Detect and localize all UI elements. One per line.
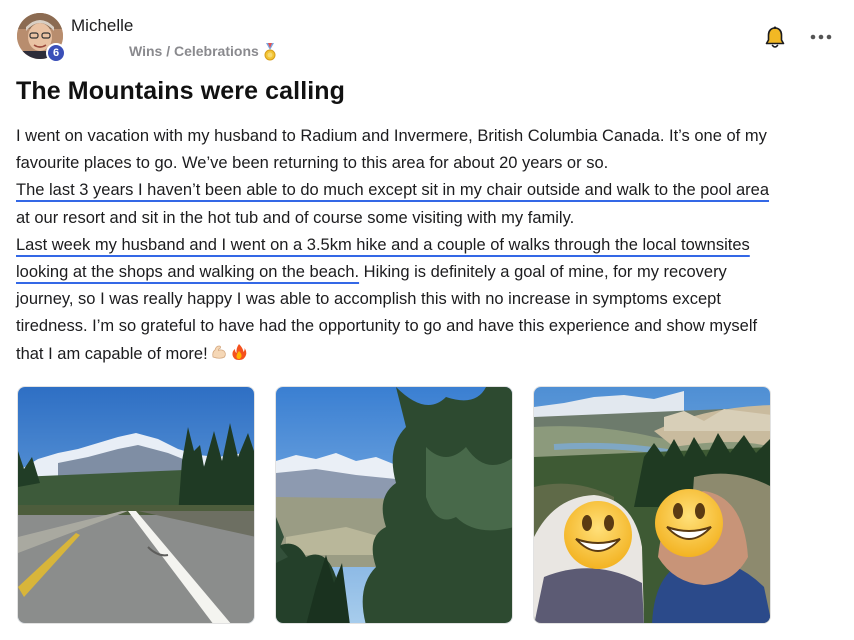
body-line: tiredness. I’m so grateful to have had t…	[16, 317, 758, 336]
level-badge: 6	[46, 43, 66, 63]
post-category[interactable]: Wins / Celebrations	[129, 43, 277, 61]
bell-icon[interactable]	[764, 26, 786, 50]
body-line-highlighted: Last week my husband and I went on a 3.5…	[16, 235, 750, 254]
author-avatar-wrap[interactable]: 6	[17, 13, 66, 63]
flexed-biceps-emoji	[210, 343, 228, 361]
fire-emoji	[230, 343, 248, 361]
body-line-mixed: looking at the shops and walking on the …	[16, 259, 846, 286]
body-text-continued: Hiking is definitely a goal of mine, for…	[359, 263, 727, 282]
category-label: Wins / Celebrations	[129, 43, 259, 59]
post-body: I went on vacation with my husband to Ra…	[16, 123, 846, 368]
body-line: I went on vacation with my husband to Ra…	[16, 127, 767, 145]
body-line: favourite places to go. We’ve been retur…	[16, 154, 609, 173]
highlighted-text: looking at the shops and walking on the …	[16, 263, 360, 282]
photo-mountain-road[interactable]	[17, 386, 255, 624]
post-header: 6 Michelle Wins / Celebrations	[0, 0, 854, 70]
body-line-highlighted: The last 3 years I haven’t been able to …	[16, 181, 770, 200]
post-title: The Mountains were calling	[16, 77, 346, 105]
author-name[interactable]: Michelle	[71, 16, 133, 36]
body-line-last: that I am capable of more!	[16, 341, 846, 368]
body-text-end: that I am capable of more!	[16, 344, 208, 363]
more-options-icon[interactable]	[808, 26, 834, 48]
body-line: at our resort and sit in the hot tub and…	[16, 208, 575, 227]
photo-selfie-couple[interactable]	[533, 386, 771, 624]
photo-gallery	[17, 386, 777, 626]
medal-icon	[263, 43, 277, 61]
body-line: journey, so I was really happy I was abl…	[16, 290, 721, 309]
photo-mountain-valley-trees[interactable]	[275, 386, 513, 624]
